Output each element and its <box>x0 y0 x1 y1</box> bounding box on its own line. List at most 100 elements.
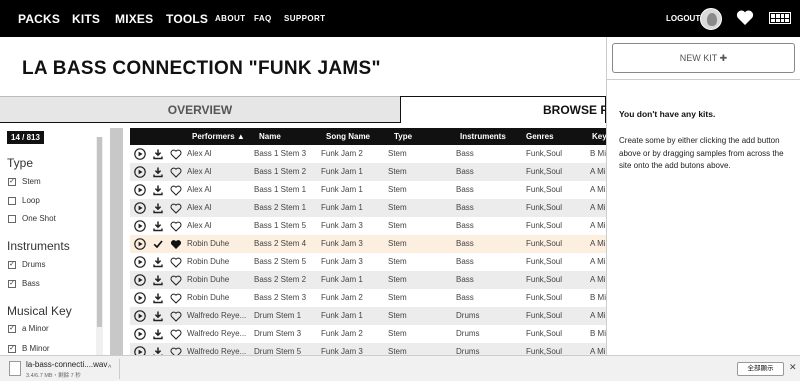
play-icon[interactable] <box>134 166 146 178</box>
table-row[interactable]: Robin Duhe Bass 2 Stem 3 Funk Jam 2 Stem Bas… <box>130 289 606 307</box>
download-icon[interactable] <box>152 292 164 304</box>
check-icon[interactable] <box>152 238 164 250</box>
play-icon[interactable] <box>134 310 146 322</box>
nav-about-link[interactable]: ABOUT <box>215 14 245 23</box>
heart-filled-icon[interactable] <box>170 239 182 251</box>
heart-icon[interactable] <box>170 329 182 341</box>
nav-packs-link[interactable]: PACKS <box>18 12 60 26</box>
heart-icon[interactable] <box>170 347 182 355</box>
table-row[interactable]: Alex Al Bass 2 Stem 1 Funk Jam 1 Stem Bass Fu… <box>130 199 606 217</box>
play-icon[interactable] <box>134 220 146 232</box>
nav-support-link[interactable]: SUPPORT <box>284 14 325 23</box>
column-header-instruments[interactable]: Instruments <box>460 132 506 141</box>
cell-song: Funk Jam 1 <box>321 311 363 320</box>
table-row[interactable]: Walfredo Reye... Drum Stem 3 Funk Jam 2 Ste… <box>130 325 606 343</box>
cell-genres: Funk,Soul <box>526 239 563 248</box>
download-filename[interactable]: la-bass-connecti....wav <box>26 360 107 369</box>
column-header-name[interactable]: Name <box>259 132 281 141</box>
checkbox[interactable]: ✓ <box>8 324 16 333</box>
heart-icon[interactable] <box>170 203 182 215</box>
cell-instrument: Drums <box>456 347 480 355</box>
cell-genres: Funk,Soul <box>526 275 563 284</box>
column-header-song-name[interactable]: Song Name <box>326 132 370 141</box>
table-row[interactable]: Alex Al Bass 1 Stem 1 Funk Jam 1 Stem Bass Fu… <box>130 181 606 199</box>
download-icon[interactable] <box>152 256 164 268</box>
download-icon[interactable] <box>152 274 164 286</box>
play-icon[interactable] <box>134 292 146 304</box>
play-icon[interactable] <box>134 202 146 214</box>
filter-option-b-minor[interactable]: ✓ B Minor <box>8 344 50 353</box>
filter-option-one-shot[interactable]: One Shot <box>8 214 56 223</box>
heart-icon[interactable] <box>170 311 182 323</box>
download-icon[interactable] <box>152 166 164 178</box>
chevron-up-icon[interactable]: ^ <box>108 365 111 372</box>
pack-tabs: OVERVIEW BROWSE F <box>0 96 606 123</box>
table-row[interactable]: Alex Al Bass 1 Stem 2 Funk Jam 1 Stem Bass Fu… <box>130 163 606 181</box>
filter-option-drums[interactable]: ✓ Drums <box>8 260 46 269</box>
table-row[interactable]: Robin Duhe Bass 2 Stem 2 Funk Jam 1 Stem Bas… <box>130 271 606 289</box>
tab-browse[interactable]: BROWSE F <box>400 96 606 123</box>
download-icon[interactable] <box>152 328 164 340</box>
table-row[interactable]: Alex Al Bass 1 Stem 3 Funk Jam 2 Stem Bass Fu… <box>130 145 606 163</box>
sample-grid-icon[interactable] <box>769 12 791 24</box>
download-icon[interactable] <box>152 184 164 196</box>
new-kit-button[interactable]: NEW KIT ✚ <box>612 43 795 73</box>
download-icon[interactable] <box>152 148 164 160</box>
nav-mixes-link[interactable]: MIXES <box>115 12 153 26</box>
nav-faq-link[interactable]: FAQ <box>254 14 272 23</box>
heart-icon[interactable] <box>170 221 182 233</box>
table-row[interactable]: Robin Duhe Bass 2 Stem 4 Funk Jam 3 Stem Bas… <box>130 235 606 253</box>
play-icon[interactable] <box>134 274 146 286</box>
play-icon[interactable] <box>134 238 146 250</box>
cell-key: A Mi <box>590 347 606 355</box>
nav-kits-link[interactable]: KITS <box>72 12 100 26</box>
play-icon[interactable] <box>134 346 146 355</box>
download-icon[interactable] <box>152 202 164 214</box>
checkbox[interactable] <box>8 196 16 205</box>
download-icon[interactable] <box>152 310 164 322</box>
cell-type: Stem <box>388 221 407 230</box>
heart-icon[interactable] <box>170 167 182 179</box>
checkbox[interactable]: ✓ <box>8 260 16 269</box>
nav-tools-link[interactable]: TOOLS <box>166 12 208 26</box>
checkbox[interactable]: ✓ <box>8 177 16 186</box>
column-header-type[interactable]: Type <box>394 132 412 141</box>
heart-icon[interactable] <box>170 149 182 161</box>
heart-icon[interactable] <box>170 275 182 287</box>
table-row[interactable]: Alex Al Bass 1 Stem 5 Funk Jam 3 Stem Bass Fu… <box>130 217 606 235</box>
table-row[interactable]: Walfredo Reye... Drum Stem 5 Funk Jam 3 Ste… <box>130 343 606 355</box>
download-icon[interactable] <box>152 220 164 232</box>
checkbox[interactable]: ✓ <box>8 344 16 353</box>
checkbox[interactable] <box>8 214 16 223</box>
column-header-genres[interactable]: Genres <box>526 132 554 141</box>
filter-option-loop[interactable]: Loop <box>8 196 40 205</box>
play-icon[interactable] <box>134 184 146 196</box>
checkbox[interactable]: ✓ <box>8 279 16 288</box>
logout-link[interactable]: LOGOUT <box>666 14 700 23</box>
heart-icon[interactable] <box>170 293 182 305</box>
column-header-key[interactable]: Key <box>592 132 606 141</box>
user-avatar[interactable] <box>700 8 722 30</box>
table-row[interactable]: Walfredo Reye... Drum Stem 1 Funk Jam 1 Ste… <box>130 307 606 325</box>
heart-icon[interactable] <box>170 185 182 197</box>
download-icon[interactable] <box>152 346 164 355</box>
play-icon[interactable] <box>134 148 146 160</box>
tab-overview[interactable]: OVERVIEW <box>0 96 400 123</box>
heart-icon[interactable] <box>170 257 182 269</box>
table-row[interactable]: Robin Duhe Bass 2 Stem 5 Funk Jam 3 Stem Bas… <box>130 253 606 271</box>
play-icon[interactable] <box>134 256 146 268</box>
cell-performer: Alex Al <box>187 203 212 212</box>
cell-type: Stem <box>388 203 407 212</box>
filter-option-a-minor[interactable]: ✓ a Minor <box>8 324 49 333</box>
play-icon[interactable] <box>134 328 146 340</box>
filter-option-stem[interactable]: ✓ Stem <box>8 177 41 186</box>
cell-name: Drum Stem 3 <box>254 329 302 338</box>
close-icon[interactable]: ✕ <box>789 362 797 373</box>
cell-name: Bass 2 Stem 3 <box>254 293 307 302</box>
show-all-downloads-button[interactable]: 全部顯示 <box>737 362 784 376</box>
column-header-performers[interactable]: Performers ▲ <box>192 132 245 141</box>
filter-option-bass[interactable]: ✓ Bass <box>8 279 40 288</box>
favorites-heart-icon[interactable] <box>736 9 754 31</box>
filter-scrollbar-thumb[interactable] <box>97 137 102 327</box>
cell-song: Funk Jam 1 <box>321 185 363 194</box>
